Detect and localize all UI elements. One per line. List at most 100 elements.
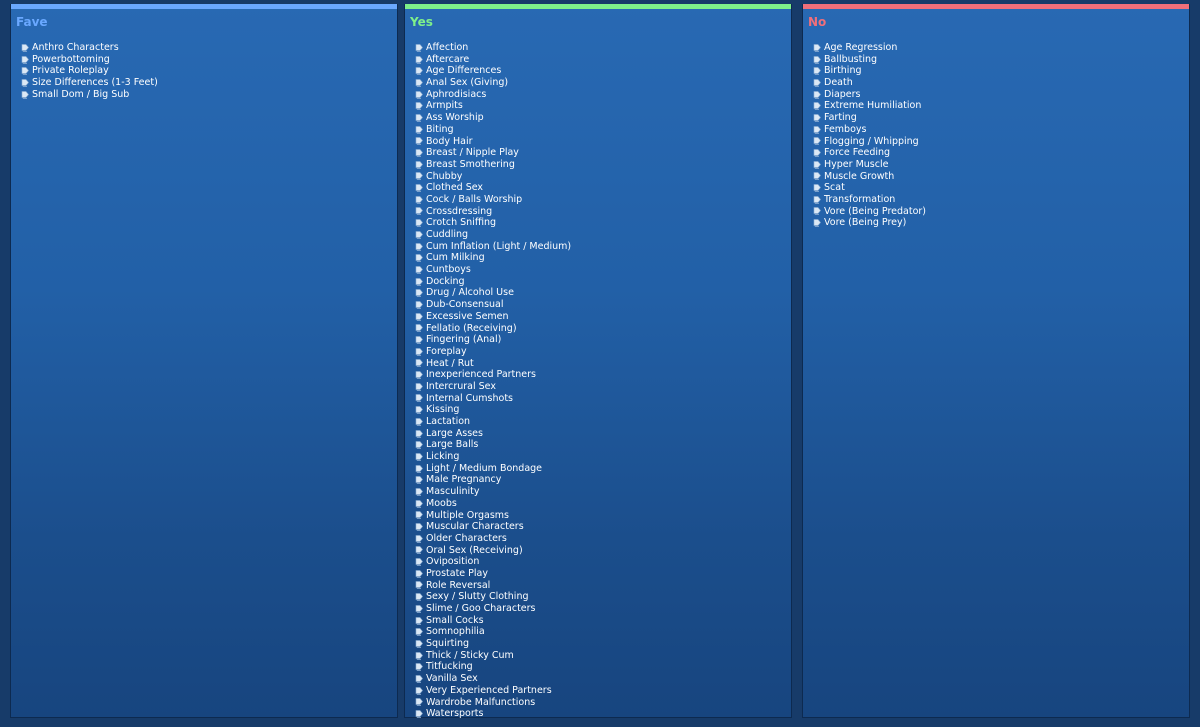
- bullet-tag-icon: [415, 324, 423, 333]
- list-item[interactable]: Fellatio (Receiving): [415, 323, 791, 335]
- list-item-label: Extreme Humiliation: [824, 100, 922, 112]
- bullet-tag-icon: [415, 371, 423, 379]
- list-item[interactable]: Intercrural Sex: [415, 381, 791, 393]
- list-item[interactable]: Aphrodisiacs: [415, 89, 791, 101]
- bullet-tag-icon: [415, 523, 423, 531]
- list-item[interactable]: Breast / Nipple Play: [415, 147, 791, 159]
- list-item[interactable]: Very Experienced Partners: [415, 685, 791, 697]
- list-item[interactable]: Cum Milking: [415, 252, 791, 264]
- list-item[interactable]: Ballbusting: [813, 54, 1189, 66]
- list-item[interactable]: Ass Worship: [415, 112, 791, 124]
- list-item[interactable]: Thick / Sticky Cum: [415, 650, 791, 662]
- list-item[interactable]: Diapers: [813, 89, 1189, 101]
- list-item-label: Multiple Orgasms: [426, 509, 509, 521]
- list-item[interactable]: Vore (Being Prey): [813, 217, 1189, 229]
- list-item[interactable]: Age Differences: [415, 65, 791, 77]
- list-item-label: Vanilla Sex: [426, 673, 478, 685]
- bullet-tag-icon: [415, 429, 423, 438]
- list-item[interactable]: Private Roleplay: [21, 65, 397, 77]
- list-item[interactable]: Somnophilia: [415, 626, 791, 638]
- list-item[interactable]: Force Feeding: [813, 147, 1189, 159]
- list-item[interactable]: Small Dom / Big Sub: [21, 89, 397, 101]
- list-item[interactable]: Crotch Sniffing: [415, 217, 791, 229]
- list-item[interactable]: Death: [813, 77, 1189, 89]
- list-item[interactable]: Extreme Humiliation: [813, 100, 1189, 112]
- list-item[interactable]: Multiple Orgasms: [415, 510, 791, 522]
- list-item[interactable]: Oral Sex (Receiving): [415, 545, 791, 557]
- list-item[interactable]: Small Cocks: [415, 615, 791, 627]
- list-item[interactable]: Watersports: [415, 708, 791, 720]
- list-item[interactable]: Moobs: [415, 498, 791, 510]
- list-item[interactable]: Titfucking: [415, 661, 791, 673]
- list-item[interactable]: Inexperienced Partners: [415, 369, 791, 381]
- column-fave: Fave Anthro Characters Powerbottoming Priv…: [10, 4, 398, 718]
- list-item[interactable]: Affection: [415, 42, 791, 54]
- list-item[interactable]: Oviposition: [415, 556, 791, 568]
- list-item[interactable]: Masculinity: [415, 486, 791, 498]
- list-item[interactable]: Hyper Muscle: [813, 159, 1189, 171]
- bullet-tag-icon: [415, 476, 423, 485]
- list-item[interactable]: Flogging / Whipping: [813, 136, 1189, 148]
- bullet-tag-icon: [415, 558, 423, 566]
- bullet-tag-icon: [813, 207, 821, 216]
- list-item[interactable]: Large Balls: [415, 439, 791, 451]
- list-item[interactable]: Fingering (Anal): [415, 334, 791, 346]
- list-item[interactable]: Size Differences (1-3 Feet): [21, 77, 397, 89]
- bullet-tag-icon: [415, 172, 423, 181]
- list-item[interactable]: Slime / Goo Characters: [415, 603, 791, 615]
- list-item[interactable]: Aftercare: [415, 54, 791, 66]
- list-item[interactable]: Cum Inflation (Light / Medium): [415, 241, 791, 253]
- list-item[interactable]: Vanilla Sex: [415, 673, 791, 685]
- list-item[interactable]: Foreplay: [415, 346, 791, 358]
- list-item[interactable]: Farting: [813, 112, 1189, 124]
- list-item[interactable]: Wardrobe Malfunctions: [415, 697, 791, 709]
- list-item[interactable]: Sexy / Slutty Clothing: [415, 591, 791, 603]
- list-item[interactable]: Lactation: [415, 416, 791, 428]
- list-item[interactable]: Older Characters: [415, 533, 791, 545]
- list-item[interactable]: Role Reversal: [415, 580, 791, 592]
- list-item[interactable]: Internal Cumshots: [415, 393, 791, 405]
- list-item[interactable]: Anthro Characters: [21, 42, 397, 54]
- list-item[interactable]: Armpits: [415, 100, 791, 112]
- list-item[interactable]: Transformation: [813, 194, 1189, 206]
- bullet-tag-icon: [21, 44, 29, 52]
- list-item-label: Oviposition: [426, 556, 480, 568]
- list-item[interactable]: Prostate Play: [415, 568, 791, 580]
- list-item[interactable]: Chubby: [415, 171, 791, 183]
- list-item[interactable]: Cuddling: [415, 229, 791, 241]
- list-item[interactable]: Dub-Consensual: [415, 299, 791, 311]
- list-item[interactable]: Biting: [415, 124, 791, 136]
- list-item[interactable]: Docking: [415, 276, 791, 288]
- list-item[interactable]: Crossdressing: [415, 206, 791, 218]
- bullet-tag-icon: [415, 534, 423, 543]
- list-item[interactable]: Cock / Balls Worship: [415, 194, 791, 206]
- list-item[interactable]: Male Pregnancy: [415, 474, 791, 486]
- list-item[interactable]: Kissing: [415, 404, 791, 416]
- list-item-label: Masculinity: [426, 486, 480, 498]
- list-item[interactable]: Birthing: [813, 65, 1189, 77]
- list-item[interactable]: Powerbottoming: [21, 54, 397, 66]
- list-item[interactable]: Cuntboys: [415, 264, 791, 276]
- bullet-tag-icon: [415, 55, 423, 64]
- list-item[interactable]: Anal Sex (Giving): [415, 77, 791, 89]
- list-item[interactable]: Squirting: [415, 638, 791, 650]
- list-item-label: Aftercare: [426, 53, 470, 65]
- list-item-label: Breast Smothering: [426, 158, 515, 170]
- list-item[interactable]: Vore (Being Predator): [813, 206, 1189, 218]
- list-item[interactable]: Light / Medium Bondage: [415, 463, 791, 475]
- bullet-tag-icon: [415, 499, 423, 508]
- list-item[interactable]: Muscle Growth: [813, 171, 1189, 183]
- list-item[interactable]: Femboys: [813, 124, 1189, 136]
- list-item[interactable]: Breast Smothering: [415, 159, 791, 171]
- list-item[interactable]: Large Asses: [415, 428, 791, 440]
- list-item[interactable]: Body Hair: [415, 136, 791, 148]
- list-item[interactable]: Scat: [813, 182, 1189, 194]
- list-item[interactable]: Excessive Semen: [415, 311, 791, 323]
- list-item[interactable]: Heat / Rut: [415, 358, 791, 370]
- list-item[interactable]: Licking: [415, 451, 791, 463]
- list-item[interactable]: Clothed Sex: [415, 182, 791, 194]
- list-item[interactable]: Age Regression: [813, 42, 1189, 54]
- list-item[interactable]: Muscular Characters: [415, 521, 791, 533]
- list-item[interactable]: Drug / Alcohol Use: [415, 287, 791, 299]
- list-item-label: Heat / Rut: [426, 357, 474, 369]
